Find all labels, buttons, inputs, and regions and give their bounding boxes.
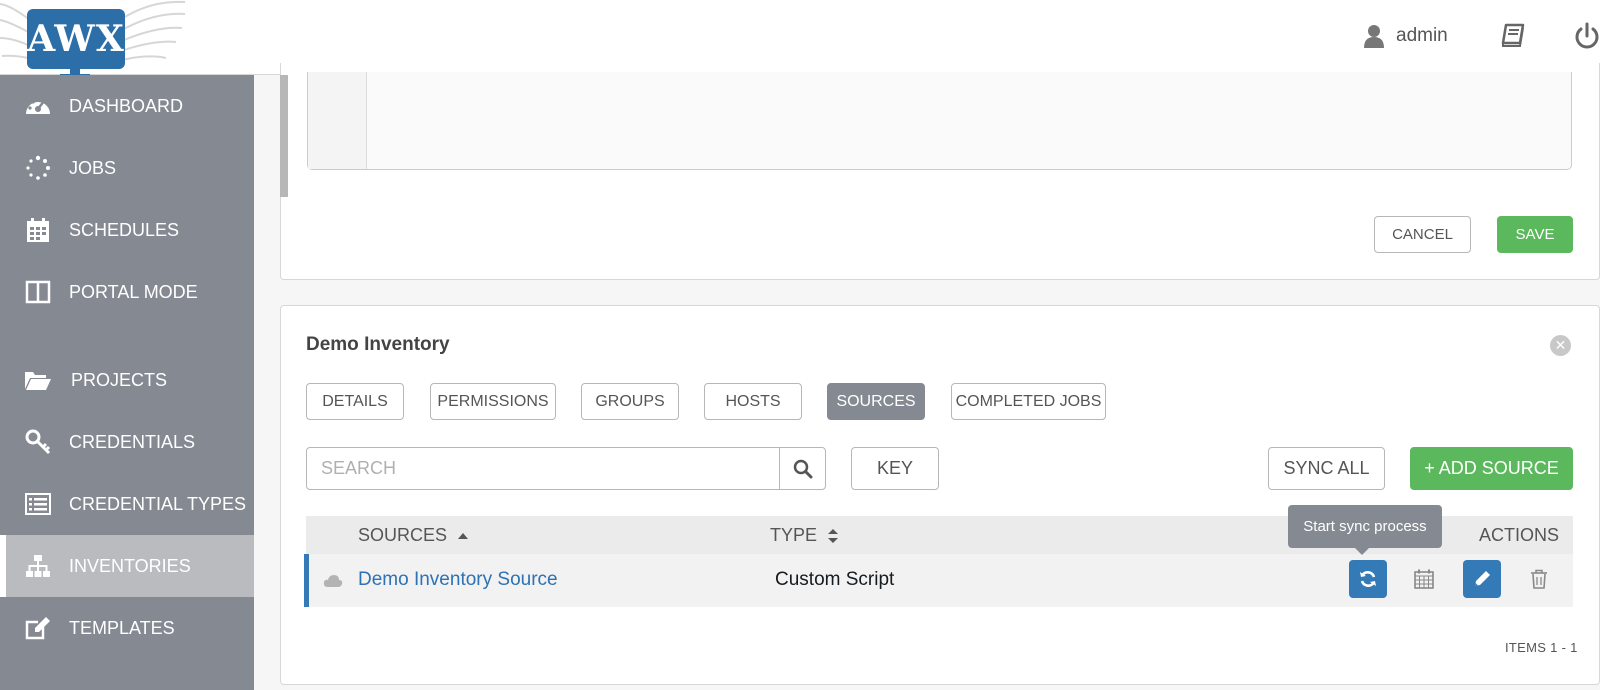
sidebar-item-projects[interactable]: PROJECTS (0, 349, 254, 411)
jobs-spinner-icon (24, 154, 52, 182)
cloud-icon (323, 575, 343, 587)
cancel-button[interactable]: CANCEL (1374, 216, 1471, 253)
sort-icon (828, 528, 839, 543)
column-label: SOURCES (358, 525, 448, 545)
editor-gutter (308, 72, 367, 169)
inventory-sources-panel (280, 305, 1600, 685)
delete-button[interactable] (1520, 560, 1558, 598)
column-label: TYPE (770, 525, 818, 545)
key-icon (24, 428, 52, 456)
calendar-icon (1414, 569, 1434, 589)
column-label: ACTIONS (1479, 525, 1560, 545)
tab-hosts[interactable]: HOSTS (704, 383, 802, 420)
sync-all-button[interactable]: SYNC ALL (1268, 447, 1385, 490)
sidebar-item-label: PORTAL MODE (69, 281, 198, 302)
power-icon[interactable] (1574, 22, 1600, 50)
sidebar-item-label: TEMPLATES (69, 617, 175, 638)
tab-groups[interactable]: GROUPS (581, 383, 679, 420)
sidebar-item-credentials[interactable]: CREDENTIALS (0, 411, 254, 473)
username-label: admin (1396, 25, 1448, 46)
sidebar-item-templates[interactable]: TEMPLATES (0, 597, 254, 659)
tooltip-arrow (1355, 548, 1369, 555)
pencil-icon (1475, 571, 1490, 586)
search-box (306, 447, 826, 490)
sidebar-item-portal-mode[interactable]: PORTAL MODE (0, 261, 254, 323)
tab-completed-jobs[interactable]: COMPLETED JOBS (951, 383, 1106, 420)
folder-open-icon (24, 366, 52, 394)
user-menu[interactable]: admin (1364, 24, 1448, 48)
sort-ascending-icon (458, 532, 469, 539)
trash-icon (1531, 569, 1547, 589)
search-input[interactable] (307, 448, 779, 489)
tab-details[interactable]: DETAILS (306, 383, 404, 420)
edit-square-icon (24, 614, 52, 642)
edit-button[interactable] (1463, 560, 1501, 598)
sidebar-item-label: PROJECTS (71, 369, 168, 390)
panel-title: Demo Inventory (306, 334, 450, 355)
source-name-link[interactable]: Demo Inventory Source (358, 569, 558, 591)
panel-scrollbar[interactable] (280, 75, 288, 197)
save-button[interactable]: SAVE (1497, 216, 1573, 253)
sidebar: DASHBOARD JOBS SCHEDULES PORTAL MODE PRO… (0, 75, 254, 690)
tab-permissions[interactable]: PERMISSIONS (430, 383, 556, 420)
table-row: Demo Inventory Source Custom Script (304, 554, 1573, 607)
docs-book-icon[interactable] (1500, 22, 1526, 48)
source-type: Custom Script (775, 569, 895, 590)
schedule-button[interactable] (1405, 560, 1443, 598)
sidebar-item-label: JOBS (69, 157, 117, 178)
sync-button[interactable] (1349, 560, 1387, 598)
search-icon (793, 459, 812, 478)
add-source-button[interactable]: + ADD SOURCE (1410, 447, 1573, 490)
close-icon[interactable]: ✕ (1550, 335, 1571, 356)
calendar-icon (24, 216, 52, 244)
search-button[interactable] (779, 448, 825, 489)
column-header-actions: ACTIONS (1479, 525, 1559, 546)
sync-tooltip: Start sync process (1288, 505, 1442, 548)
key-button[interactable]: KEY (851, 447, 939, 490)
logo-box: AWX (27, 9, 125, 69)
user-icon (1364, 25, 1384, 48)
refresh-icon (1360, 571, 1376, 587)
awx-logo[interactable]: AWX (0, 0, 190, 78)
sidebar-item-label: INVENTORIES (69, 555, 191, 576)
sidebar-item-jobs[interactable]: JOBS (0, 137, 254, 199)
tab-sources[interactable]: SOURCES (827, 383, 925, 420)
items-count: ITEMS 1 - 1 (1505, 640, 1578, 655)
sidebar-item-inventories[interactable]: INVENTORIES (0, 535, 254, 597)
sidebar-item-label: CREDENTIALS (69, 431, 196, 452)
list-card-icon (24, 490, 52, 518)
portal-columns-icon (24, 278, 52, 306)
sidebar-item-label: SCHEDULES (69, 219, 180, 240)
column-header-sources[interactable]: SOURCES (358, 525, 469, 546)
sidebar-item-credential-types[interactable]: CREDENTIAL TYPES (0, 473, 254, 535)
sidebar-item-dashboard[interactable]: DASHBOARD (0, 75, 254, 137)
dashboard-gauge-icon (24, 92, 52, 120)
sitemap-icon (24, 552, 52, 580)
variables-editor[interactable] (307, 72, 1572, 170)
sidebar-item-label: DASHBOARD (69, 95, 184, 116)
column-header-type[interactable]: TYPE (770, 525, 839, 546)
sidebar-item-schedules[interactable]: SCHEDULES (0, 199, 254, 261)
sidebar-item-label: CREDENTIAL TYPES (69, 493, 247, 514)
logo-text: AWX (27, 18, 125, 60)
